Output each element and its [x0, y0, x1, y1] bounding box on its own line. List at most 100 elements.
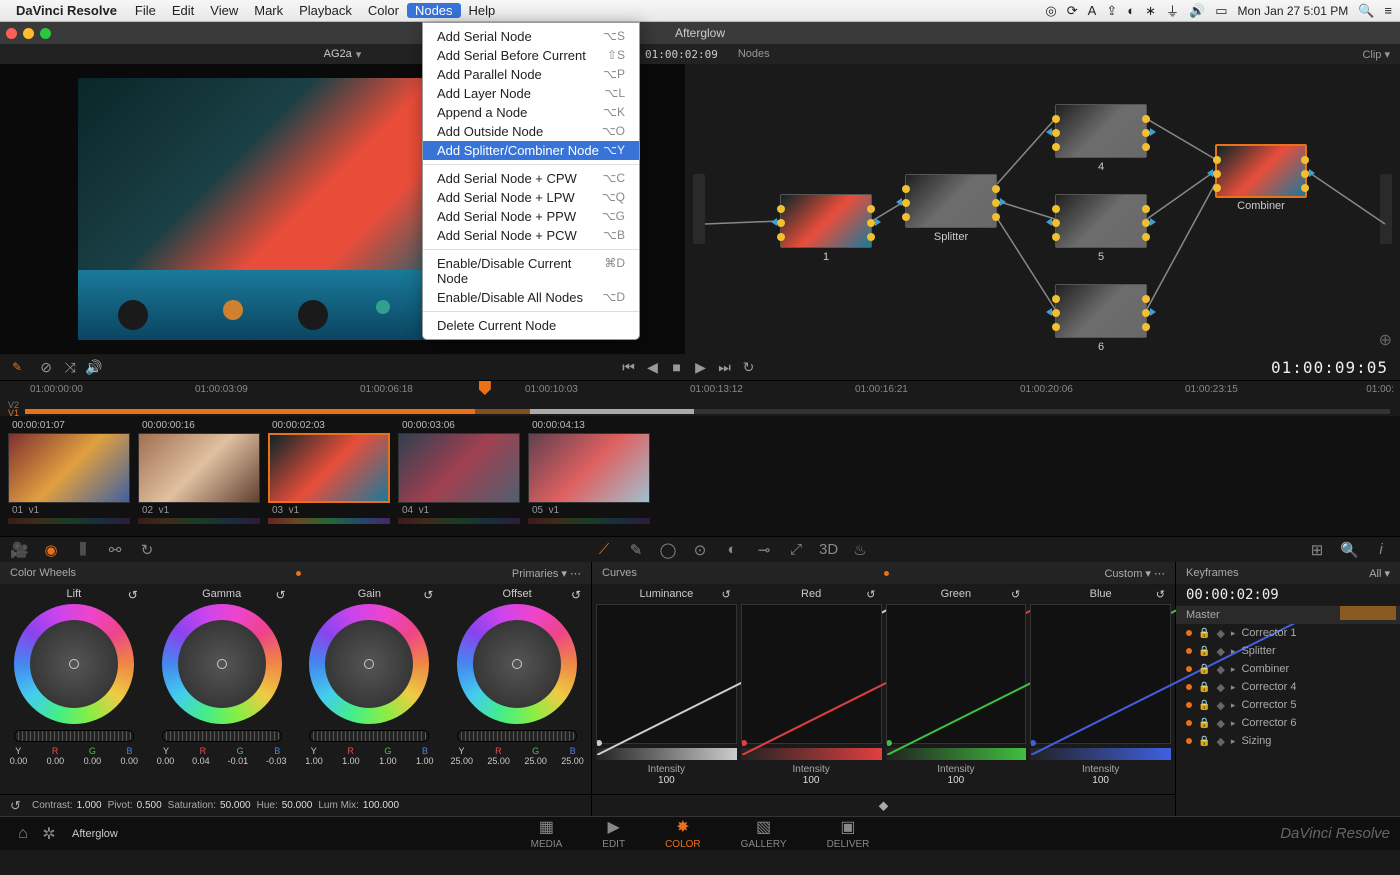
- wifi-icon[interactable]: ⏚: [1166, 1, 1179, 20]
- bluetooth-icon[interactable]: ∗: [1145, 3, 1156, 19]
- page-deliver[interactable]: ▣DELIVER: [827, 817, 870, 850]
- curve-editor[interactable]: [886, 604, 1027, 744]
- volume-icon[interactable]: 🔊: [1189, 3, 1205, 19]
- keyframe-item[interactable]: 🔒◆▸Corrector 1: [1176, 624, 1400, 642]
- menu-item[interactable]: Add Serial Before Current⇧S: [423, 46, 639, 65]
- jog-wheel[interactable]: [309, 730, 429, 742]
- play-reverse-button[interactable]: ◀: [641, 359, 665, 376]
- text-icon[interactable]: A: [1088, 3, 1097, 18]
- color-wheel[interactable]: [457, 604, 577, 724]
- menu-nodes[interactable]: Nodes: [407, 3, 461, 18]
- window-icon[interactable]: ◯: [659, 541, 677, 559]
- clip-thumbnail[interactable]: 00:00:04:1305 v1: [528, 420, 650, 536]
- menu-item[interactable]: Add Splitter/Combiner Node⌥Y: [423, 141, 639, 160]
- keyframe-toggle-icon[interactable]: ⬥: [879, 797, 889, 814]
- expand-icon[interactable]: ⊕: [1379, 330, 1392, 350]
- menu-item[interactable]: Add Serial Node + PPW⌥G: [423, 207, 639, 226]
- pivot-field[interactable]: Pivot: 0.500: [108, 800, 162, 811]
- blur-icon[interactable]: ◐: [723, 541, 741, 559]
- loop-button[interactable]: ↻: [737, 359, 761, 376]
- eyedropper-icon[interactable]: ✎: [12, 360, 22, 374]
- zoom-button[interactable]: [40, 28, 51, 39]
- contrast-field[interactable]: Contrast: 1.000: [32, 800, 102, 811]
- grid-icon[interactable]: ⊞: [1308, 541, 1326, 559]
- cc-icon[interactable]: ◎: [1045, 3, 1056, 19]
- menu-item[interactable]: Add Serial Node + PCW⌥B: [423, 226, 639, 245]
- clip-name[interactable]: AG2a: [324, 48, 352, 61]
- color-wheels-icon[interactable]: ◉: [42, 541, 60, 559]
- key-icon[interactable]: ⊸: [755, 541, 773, 559]
- menu-view[interactable]: View: [202, 3, 246, 18]
- menu-playback[interactable]: Playback: [291, 3, 360, 18]
- tracker-icon[interactable]: ⊙: [691, 541, 709, 559]
- camera-raw-icon[interactable]: 🎥: [10, 541, 28, 559]
- reset-icon[interactable]: ↺: [1011, 588, 1020, 601]
- node-6[interactable]: 6: [1055, 284, 1147, 338]
- last-frame-button[interactable]: ⏭: [713, 359, 737, 376]
- reset-icon[interactable]: ↺: [423, 588, 433, 602]
- color-wheel[interactable]: [309, 604, 429, 724]
- menu-item[interactable]: Add Parallel Node⌥P: [423, 65, 639, 84]
- color-wheel[interactable]: [162, 604, 282, 724]
- curves-mode[interactable]: Custom ▾ ⋯: [1104, 567, 1165, 580]
- menu-item[interactable]: Enable/Disable Current Node⌘D: [423, 254, 639, 288]
- menu-item[interactable]: Add Serial Node + LPW⌥Q: [423, 188, 639, 207]
- node-5[interactable]: 5: [1055, 194, 1147, 248]
- keyframe-item[interactable]: 🔒◆▸Splitter: [1176, 642, 1400, 660]
- node-1[interactable]: 1: [780, 194, 872, 248]
- playhead[interactable]: [479, 381, 491, 395]
- sync-icon[interactable]: ⟳: [1067, 3, 1078, 19]
- close-button[interactable]: [6, 28, 17, 39]
- reset-adjustments-icon[interactable]: ↺: [10, 798, 26, 814]
- node-combiner[interactable]: Combiner: [1215, 144, 1307, 198]
- curve-editor[interactable]: [741, 604, 882, 744]
- menu-item[interactable]: Enable/Disable All Nodes⌥D: [423, 288, 639, 307]
- eye-icon[interactable]: ◐: [1127, 3, 1135, 18]
- lummix-field[interactable]: Lum Mix: 100.000: [318, 800, 399, 811]
- menu-mark[interactable]: Mark: [246, 3, 291, 18]
- menubar-clock[interactable]: Mon Jan 27 5:01 PM: [1237, 4, 1348, 18]
- sizing-icon[interactable]: ⤢: [787, 541, 805, 559]
- mini-tracks[interactable]: V2 V1: [0, 402, 1400, 416]
- curve-editor[interactable]: [596, 604, 737, 744]
- reset-icon[interactable]: ↺: [722, 588, 731, 601]
- menu-item[interactable]: Append a Node⌥K: [423, 103, 639, 122]
- page-gallery[interactable]: ▧GALLERY: [741, 817, 787, 850]
- jog-wheel[interactable]: [14, 730, 134, 742]
- home-icon[interactable]: ⌂: [10, 825, 36, 843]
- jog-wheel[interactable]: [162, 730, 282, 742]
- dropbox-icon[interactable]: ⇪: [1106, 3, 1117, 19]
- page-media[interactable]: ▦MEDIA: [531, 817, 563, 850]
- curve-editor[interactable]: [1030, 604, 1171, 744]
- page-color[interactable]: ✸COLOR: [665, 817, 701, 850]
- timeline-ruler[interactable]: 01:00:00:0001:00:03:0901:00:06:1801:00:1…: [0, 380, 1400, 402]
- clip-thumbnail[interactable]: 00:00:03:0604 v1: [398, 420, 520, 536]
- color-wheel[interactable]: [14, 604, 134, 724]
- search-icon[interactable]: 🔍▾: [1340, 541, 1358, 559]
- curves-icon[interactable]: ⟋: [595, 541, 613, 559]
- node-editor[interactable]: 1Splitter456Combiner ⊕: [685, 64, 1400, 354]
- reset-icon[interactable]: ↺: [866, 588, 875, 601]
- jog-wheel[interactable]: [457, 730, 577, 742]
- keyframe-item[interactable]: 🔒◆▸Corrector 6: [1176, 714, 1400, 732]
- keyframe-item[interactable]: 🔒◆▸Sizing: [1176, 732, 1400, 750]
- 3d-icon[interactable]: 3D: [819, 541, 837, 559]
- keyframe-item[interactable]: 🔒◆▸Corrector 5: [1176, 696, 1400, 714]
- reset-icon[interactable]: ↺: [571, 588, 581, 602]
- reset-icon[interactable]: ↺: [128, 588, 138, 602]
- menu-item[interactable]: Add Layer Node⌥L: [423, 84, 639, 103]
- spotlight-icon[interactable]: 🔍: [1358, 3, 1374, 19]
- reset-icon[interactable]: ↺: [1156, 588, 1165, 601]
- primaries-bars-icon[interactable]: ⫼: [74, 541, 92, 559]
- saturation-field[interactable]: Saturation: 50.000: [168, 800, 251, 811]
- app-menu[interactable]: DaVinci Resolve: [16, 3, 117, 18]
- settings-icon[interactable]: ✲: [36, 824, 62, 844]
- first-frame-button[interactable]: ⏮: [617, 359, 641, 376]
- menu-item[interactable]: Delete Current Node: [423, 316, 639, 335]
- hue-field[interactable]: Hue: 50.000: [257, 800, 313, 811]
- keyframe-item[interactable]: 🔒◆▸Combiner: [1176, 660, 1400, 678]
- menu-item[interactable]: Add Serial Node⌥S: [423, 27, 639, 46]
- clip-thumbnail[interactable]: 00:00:02:0303 v1: [268, 420, 390, 536]
- menu-edit[interactable]: Edit: [164, 3, 202, 18]
- fire-icon[interactable]: ♨: [851, 541, 869, 559]
